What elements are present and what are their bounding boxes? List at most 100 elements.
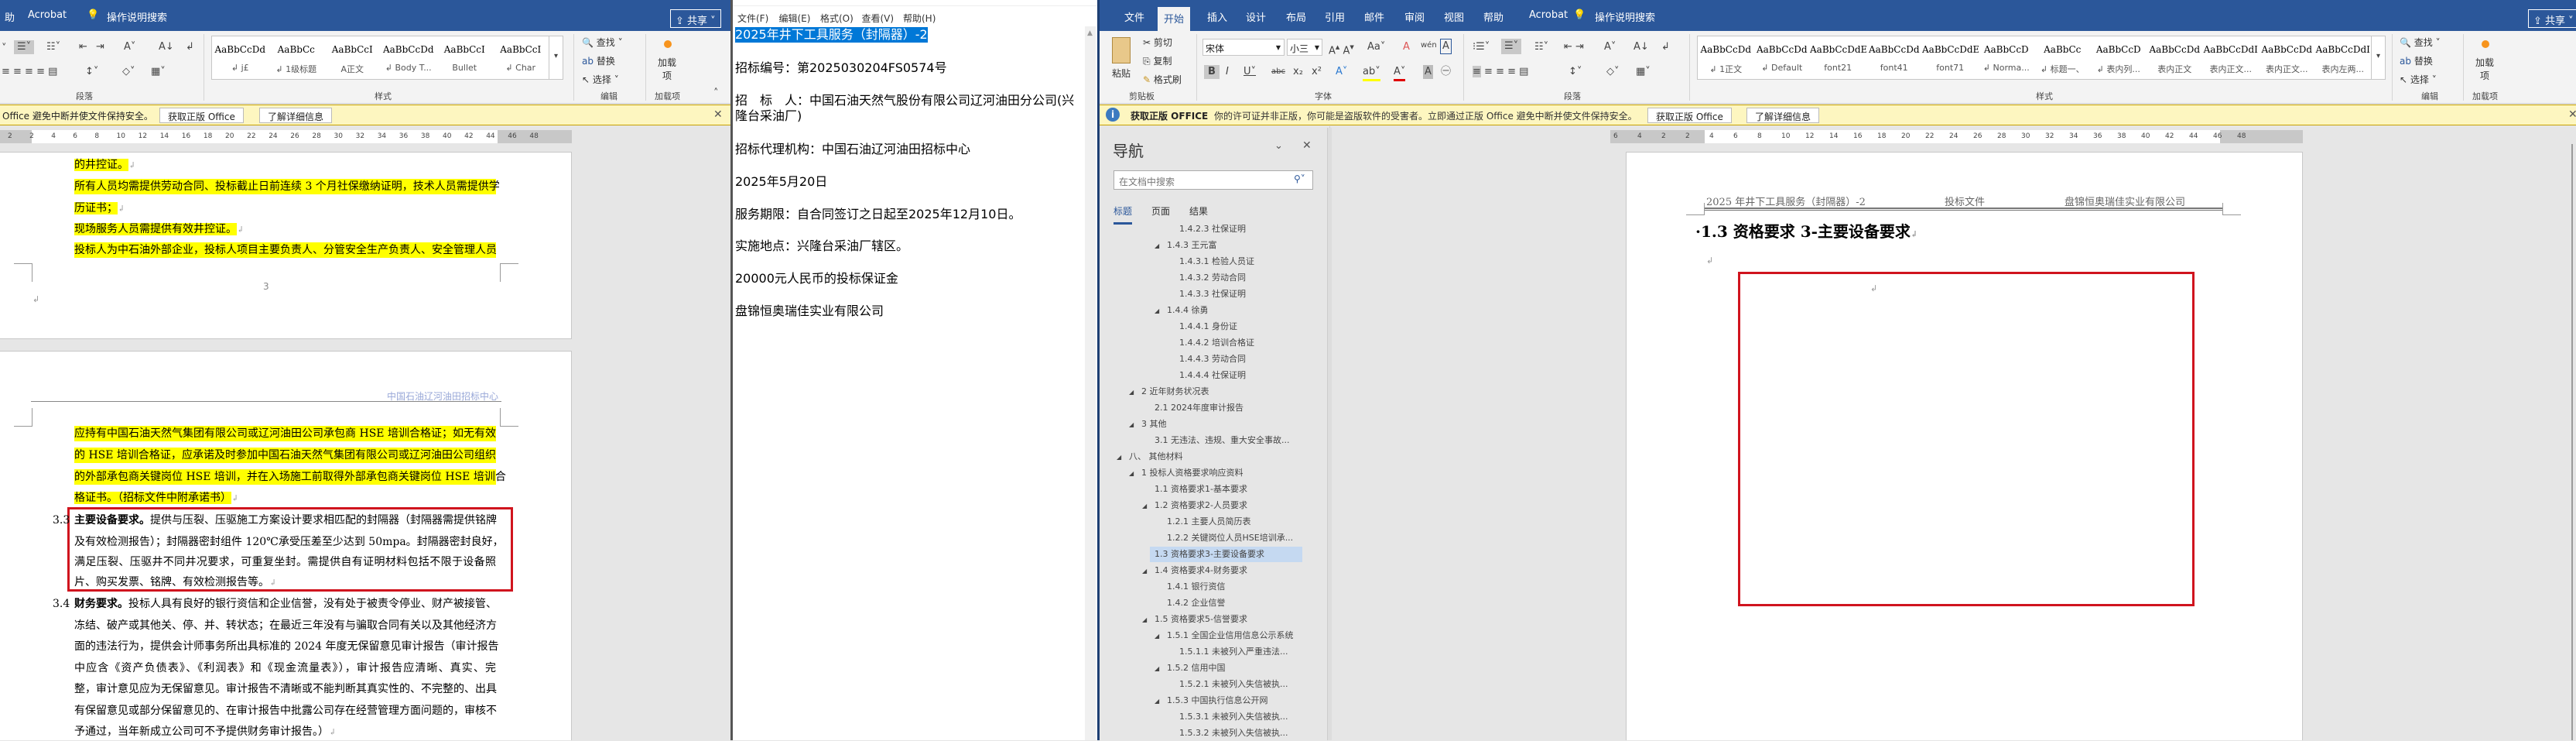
expand-triangle-icon[interactable]: ◢ <box>1155 633 1159 640</box>
grow-font-icon[interactable]: A▴ A▾ <box>1329 40 1354 58</box>
tab-help[interactable]: 助 <box>5 9 15 24</box>
nav-tab-headings[interactable]: 标题 <box>1114 204 1133 225</box>
notepad-text-line[interactable]: 招 标 人：中国石油天然气股份有限公司辽河油田分公司(兴 <box>735 93 1074 108</box>
nav-heading-item[interactable]: 3 其他 <box>1141 417 1167 432</box>
style-item[interactable]: AaBbCcDd ↲ 1正文 <box>1698 36 1754 79</box>
style-item[interactable]: AaBbCcD ↲ Norma... <box>1979 36 2035 79</box>
horizontal-ruler[interactable]: 6 4 2 2 4 6 8 10 12 14 16 18 20 22 24 26 28 30 32 34 36 38 40 4… <box>1610 130 2303 143</box>
get-genuine-office-button[interactable]: 获取正版 Office <box>1647 108 1732 123</box>
style-item[interactable]: AaBbCcDdEe font71 <box>1922 36 1979 79</box>
expand-triangle-icon[interactable]: ◢ <box>1155 242 1159 249</box>
style-item[interactable]: AaBbCcI ↲ Char <box>493 36 549 79</box>
nav-heading-item[interactable]: 1.5.2 信用中国 <box>1167 660 1226 676</box>
nav-heading-item[interactable]: 1.2 资格要求2-人员要求 <box>1155 498 1247 513</box>
numbering-icon[interactable]: ☰˅ <box>1501 39 1522 54</box>
style-item[interactable]: AaBbCcDd 表内正文 <box>2147 36 2203 79</box>
clear-formatting-icon[interactable]: A <box>1403 40 1410 54</box>
nav-heading-item[interactable]: 1.4.3.1 检验人员证 <box>1179 254 1254 269</box>
nav-heading-item[interactable]: 1.5 资格要求5-信誉要求 <box>1155 612 1247 627</box>
borders-icon[interactable]: ▦˅ <box>151 65 166 79</box>
collapse-ribbon-icon[interactable]: ˄ <box>713 87 719 101</box>
nav-heading-item[interactable]: 1.4.4.1 身份证 <box>1179 319 1237 334</box>
sort-icon[interactable]: A↓ <box>1634 40 1649 54</box>
nav-heading-item[interactable]: 1.4.2 企业信誉 <box>1167 595 1226 611</box>
superscript-button[interactable]: x² <box>1312 65 1322 79</box>
nav-tab-results[interactable]: 结果 <box>1189 204 1208 218</box>
change-case-icon[interactable]: Aa˅ <box>1367 40 1385 54</box>
gallery-more-button[interactable]: ▾ <box>549 36 563 79</box>
nav-heading-item[interactable]: 1.4.3.3 社保证明 <box>1179 286 1246 302</box>
text-effects-icon[interactable]: A˅ <box>1336 65 1347 79</box>
enclose-character-icon[interactable]: ㊀ <box>1441 65 1451 79</box>
close-icon[interactable]: ✕ <box>713 108 723 121</box>
style-item[interactable]: AaBbCc ↲ 标题一、 <box>2034 36 2091 79</box>
find-button[interactable]: 🔍 查找 ˅ <box>582 36 623 49</box>
nav-heading-item[interactable]: 1.4.4.3 劳动合同 <box>1179 352 1246 367</box>
sort-icon[interactable]: A↓ <box>159 40 174 54</box>
style-item[interactable]: AaBbCcDdE font21 <box>1810 36 1866 79</box>
show-marks-icon[interactable]: ↲ <box>1661 40 1670 54</box>
tab-0[interactable]: 文件 <box>1124 9 1144 24</box>
notepad-text-line[interactable]: 盘锦恒奥瑞佳实业有限公司 <box>735 304 884 319</box>
font-name-combobox[interactable]: 宋体 ▼ <box>1202 39 1285 56</box>
character-border-icon[interactable]: A <box>1440 39 1452 54</box>
notepad-text-line[interactable]: 隆台采油厂) <box>735 108 802 124</box>
align-icons[interactable]: ≡ ≡ ≡ ≡ ▤ <box>1473 65 1528 79</box>
notepad-text-line[interactable]: 服务期限：自合同签订之日起至2025年12月10日。 <box>735 207 1021 222</box>
line-spacing-icon[interactable]: ↕˅ <box>1569 65 1582 79</box>
cut-button[interactable]: ✂ 剪切 <box>1143 36 1172 49</box>
share-button[interactable]: ⇪ 共享 ˅ <box>670 9 721 28</box>
tab-8[interactable]: 视图 <box>1444 9 1464 24</box>
notepad-text-line[interactable]: 招标代理机构：中国石油辽河油田招标中心 <box>735 142 970 157</box>
expand-triangle-icon[interactable]: ◢ <box>1155 307 1159 314</box>
copy-button[interactable]: ⎘ 复制 <box>1143 54 1172 67</box>
nav-heading-item[interactable]: 1.2.1 主要人员简历表 <box>1167 514 1251 530</box>
select-button[interactable]: ↖ 选择 ˅ <box>2400 73 2437 86</box>
expand-triangle-icon[interactable]: ◢ <box>1155 698 1159 705</box>
tab-acrobat[interactable]: Acrobat <box>28 9 67 21</box>
expand-triangle-icon[interactable]: ◢ <box>1155 665 1159 672</box>
asian-layout-icon[interactable]: A˅ <box>1604 40 1616 54</box>
nav-heading-item[interactable]: 1.5.3 中国执行信息公开网 <box>1167 693 1268 708</box>
style-item[interactable]: AaBbCcI Bullet <box>436 36 493 79</box>
align-icons[interactable]: ≡ ≡ ≡ ≡ ▤ <box>2 65 57 79</box>
chevron-down-icon[interactable]: ˅ <box>2 42 7 56</box>
asian-layout-icon[interactable]: A˅ <box>124 40 135 54</box>
nav-scrollbar[interactable] <box>1327 128 1332 740</box>
nav-heading-item[interactable]: 1.4.4.4 社保证明 <box>1179 368 1246 383</box>
highlight-icon[interactable]: ab˅ <box>1363 65 1380 81</box>
close-icon[interactable]: ✕ <box>1302 139 1312 152</box>
nav-heading-item[interactable]: 八、 其他材料 <box>1129 449 1183 465</box>
replace-button[interactable]: ab 替换 <box>2400 54 2433 67</box>
share-button[interactable]: ⇪ 共享 ˅ <box>2528 9 2576 28</box>
nav-tab-pages[interactable]: 页面 <box>1151 204 1170 218</box>
shading-icon[interactable]: ◇˅ <box>122 65 135 79</box>
menu-item-2[interactable]: 格式(O) <box>820 12 854 25</box>
nav-search-input[interactable]: 在文档中搜索 ⚲˅ <box>1114 170 1313 190</box>
decrease-indent-icon[interactable]: ⇤ ⇥ <box>1564 40 1584 54</box>
tab-2[interactable]: 插入 <box>1207 9 1227 24</box>
tab-4[interactable]: 布局 <box>1286 9 1306 24</box>
bullets-icon[interactable]: ⁝☰˅ <box>1473 40 1490 54</box>
notepad-text-line[interactable]: 20000元人民币的投标保证金 <box>735 271 898 286</box>
show-marks-icon[interactable]: ↲ <box>186 40 194 54</box>
format-painter-button[interactable]: ✎ 格式刷 <box>1143 73 1182 86</box>
tell-me-search[interactable]: 操作说明搜索 <box>1595 9 1655 24</box>
replace-button[interactable]: ab 替换 <box>582 54 615 67</box>
tab-5[interactable]: 引用 <box>1325 9 1345 24</box>
phonetic-guide-icon[interactable]: wén <box>1421 39 1437 53</box>
font-size-combobox[interactable]: 小三 ▼ <box>1287 39 1322 56</box>
learn-more-button[interactable]: 了解详细信息 <box>1746 108 1820 123</box>
nav-heading-item[interactable]: 1.5.1 全国企业信用信息公示系统 <box>1167 628 1294 643</box>
nav-heading-item[interactable]: 2 近年财务状况表 <box>1141 384 1209 400</box>
expand-triangle-icon[interactable]: ◢ <box>1117 454 1121 461</box>
character-shading-icon[interactable]: A <box>1423 65 1433 79</box>
addins-button[interactable]: 加载项 <box>2475 56 2494 82</box>
multilevel-list-icon[interactable]: ☷˅ <box>46 40 60 54</box>
nav-heading-item[interactable]: 1.1 资格要求1-基本要求 <box>1155 482 1247 497</box>
notepad-text-line[interactable]: 招标编号：第2025030204FS0574号 <box>735 60 947 76</box>
style-item[interactable]: AaBbCc ↲ 1级标题 <box>269 36 325 79</box>
tab-10[interactable]: Acrobat <box>1529 9 1568 21</box>
menu-item-4[interactable]: 帮助(H) <box>903 12 936 25</box>
nav-heading-item[interactable]: 1.4.3 王元富 <box>1167 238 1217 253</box>
